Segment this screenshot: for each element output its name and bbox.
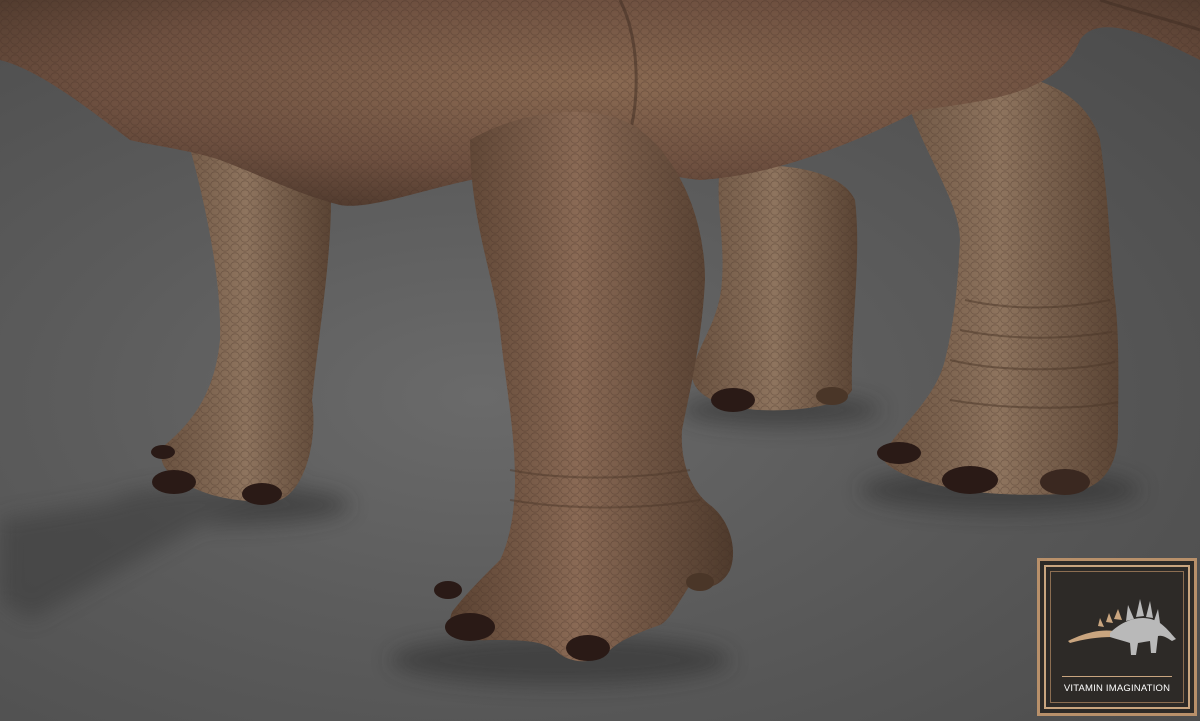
watermark-text: VITAMIN IMAGINATION xyxy=(1063,683,1171,694)
watermark-badge: VITAMIN IMAGINATION xyxy=(1037,558,1197,716)
near-fore-leg xyxy=(434,111,734,662)
badge-divider xyxy=(1062,676,1172,677)
stegosaurus-icon xyxy=(1068,599,1176,655)
render-scene: VITAMIN IMAGINATION xyxy=(0,0,1200,721)
far-hind-leg xyxy=(691,165,858,412)
near-hind-leg xyxy=(877,70,1119,495)
dinosaur-render xyxy=(0,0,1200,685)
